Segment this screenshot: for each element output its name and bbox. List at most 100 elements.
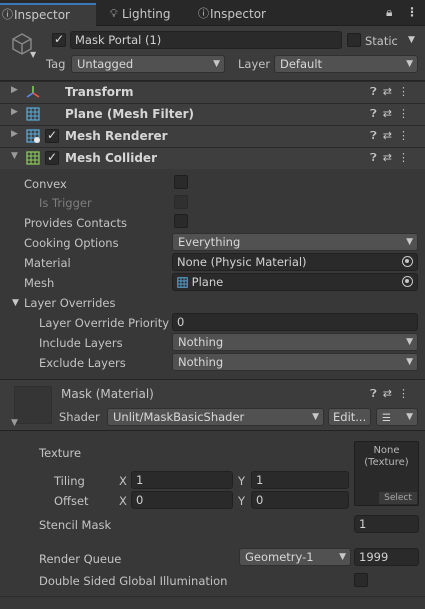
exclude-layers-dropdown[interactable]: Nothing ▼ (172, 353, 418, 371)
help-icon: ❓︎ (370, 151, 383, 164)
kebab-menu-icon: ⋮ (398, 129, 415, 142)
fold-arrow-icon[interactable]: ▶ (11, 107, 18, 117)
provides-contacts-label: Provides Contacts (24, 216, 128, 230)
is-trigger-label: Is Trigger (39, 196, 92, 210)
component-mesh-filter[interactable]: ▶ Plane (Mesh Filter) ❓︎⇄⋮ (0, 103, 425, 125)
chevron-down-icon: ▼ (213, 59, 220, 69)
tag-label: Tag (46, 57, 66, 71)
layer-override-priority-label: Layer Override Priority (39, 316, 170, 330)
tiling-y-field[interactable]: 1 (251, 471, 349, 489)
chevron-down-icon: ▼ (406, 412, 413, 422)
texture-slot[interactable]: None (Texture) Select (354, 441, 419, 506)
mesh-label: Mesh (24, 276, 55, 290)
material-preview-thumbnail (14, 386, 52, 424)
kebab-menu-icon: ⋮ (398, 107, 415, 120)
fold-arrow-icon[interactable]: ▶ (11, 129, 18, 139)
mesh-renderer-enabled-checkbox[interactable] (45, 128, 59, 143)
preset-icon: ⇄ (382, 387, 398, 400)
tab-bar: ⓘ Inspector 💡︎ Lighting ⓘ Inspector 🔒︎ ⋮ (0, 0, 425, 26)
material-fold-icon[interactable]: ▼ (11, 418, 18, 428)
include-layers-label: Include Layers (39, 336, 123, 350)
tiling-label: Tiling (54, 474, 85, 488)
shader-list-button[interactable]: ☰ ▼ (376, 408, 418, 426)
tab-lighting[interactable]: 💡︎ Lighting (108, 3, 196, 26)
mesh-field[interactable]: Plane (172, 273, 418, 291)
texture-select-button[interactable]: Select (379, 492, 417, 504)
tiling-x-field[interactable]: 1 (131, 471, 233, 489)
shader-label: Shader (59, 410, 100, 424)
kebab-menu-icon[interactable]: ⋮ (406, 5, 418, 19)
help-icon: ❓︎ (370, 85, 383, 98)
render-queue-label: Render Queue (39, 552, 122, 566)
component-mesh-renderer[interactable]: ▶ Mesh Renderer ❓︎⇄⋮ (0, 125, 425, 147)
chevron-down-icon: ▼ (312, 412, 319, 422)
material-header: ▼ Mask (Material) ❓︎⇄⋮ Shader Unlit/Mask… (0, 379, 425, 431)
preset-icon: ⇄ (382, 85, 398, 98)
static-checkbox[interactable] (347, 33, 361, 47)
offset-label: Offset (54, 494, 89, 508)
texture-none-text: None (373, 445, 400, 456)
offset-x-field[interactable]: 0 (131, 491, 233, 509)
component-buttons[interactable]: ❓︎⇄⋮ (370, 129, 415, 143)
object-picker-icon[interactable] (402, 256, 413, 267)
fold-arrow-icon[interactable]: ▼ (11, 151, 18, 161)
component-title: Transform (65, 85, 134, 99)
icon-dropdown-arrow[interactable]: ▼ (30, 50, 36, 59)
kebab-menu-icon: ⋮ (398, 151, 415, 164)
offset-y-field[interactable]: 0 (251, 491, 349, 509)
mesh-renderer-icon (26, 129, 40, 143)
component-buttons[interactable]: ❓︎⇄⋮ (370, 85, 415, 99)
lock-icon[interactable]: 🔒︎ (386, 5, 392, 20)
layer-override-priority-field[interactable]: 0 (172, 313, 418, 331)
include-layers-dropdown[interactable]: Nothing ▼ (172, 333, 418, 351)
shader-edit-button[interactable]: Edit... (328, 408, 371, 426)
shader-dropdown[interactable]: Unlit/MaskBasicShader ▼ (107, 408, 324, 426)
layer-label: Layer (238, 57, 271, 71)
info-icon: ⓘ (198, 7, 209, 20)
tiling-x-label: X (119, 474, 127, 488)
tiling-y-label: Y (238, 474, 246, 488)
help-icon: ❓︎ (370, 387, 383, 400)
stencil-mask-field[interactable]: 1 (354, 515, 419, 533)
tag-dropdown[interactable]: Untagged ▼ (71, 55, 225, 73)
mesh-collider-enabled-checkbox[interactable] (45, 150, 59, 165)
object-picker-icon[interactable] (402, 276, 413, 287)
layer-overrides-fold-icon[interactable]: ▼ (12, 298, 19, 308)
double-sided-gi-checkbox[interactable] (354, 573, 368, 587)
provides-contacts-checkbox[interactable] (174, 214, 188, 228)
kebab-menu-icon: ⋮ (398, 387, 415, 400)
mesh-collider-icon (26, 151, 40, 165)
cooking-options-dropdown[interactable]: Everything ▼ (172, 233, 418, 251)
chevron-down-icon: ▼ (406, 357, 413, 367)
kebab-menu-icon: ⋮ (398, 85, 415, 98)
object-name-field[interactable]: Mask Portal (1) (70, 31, 342, 49)
exclude-layers-label: Exclude Layers (39, 356, 126, 370)
active-toggle[interactable] (52, 32, 66, 47)
fold-arrow-icon[interactable]: ▶ (11, 85, 18, 95)
layer-overrides-label[interactable]: Layer Overrides (24, 296, 115, 310)
texture-type-text: (Texture) (364, 457, 409, 468)
convex-checkbox[interactable] (174, 175, 188, 189)
convex-label: Convex (24, 177, 67, 191)
component-mesh-collider[interactable]: ▼ Mesh Collider ❓︎⇄⋮ (0, 147, 425, 169)
chevron-down-icon: ▼ (406, 59, 413, 69)
tab-inspector-2[interactable]: ⓘ Inspector (196, 3, 292, 26)
tab-inspector[interactable]: ⓘ Inspector (0, 3, 96, 26)
component-buttons[interactable]: ❓︎⇄⋮ (370, 107, 415, 121)
component-transform[interactable]: ▶ Transform ❓︎⇄⋮ (0, 81, 425, 103)
chevron-down-icon: ▼ (406, 337, 413, 347)
material-header-buttons[interactable]: ❓︎⇄⋮ (370, 387, 415, 401)
component-title: Plane (Mesh Filter) (65, 107, 194, 121)
preset-icon: ⇄ (382, 151, 398, 164)
mesh-filter-icon (26, 107, 40, 121)
help-icon: ❓︎ (370, 107, 383, 120)
physic-material-field[interactable]: None (Physic Material) (172, 253, 418, 271)
help-icon: ❓︎ (370, 129, 383, 142)
static-dropdown-arrow[interactable]: ▼ (408, 35, 415, 45)
render-queue-preset-dropdown[interactable]: Geometry-1 ▼ (239, 548, 351, 566)
component-title: Mesh Renderer (65, 129, 168, 143)
layer-dropdown[interactable]: Default ▼ (274, 55, 418, 73)
render-queue-value-field[interactable]: 1999 (354, 548, 419, 566)
component-buttons[interactable]: ❓︎⇄⋮ (370, 151, 415, 165)
object-header: ▼ Mask Portal (1) Static ▼ Tag Untagged … (0, 26, 425, 81)
